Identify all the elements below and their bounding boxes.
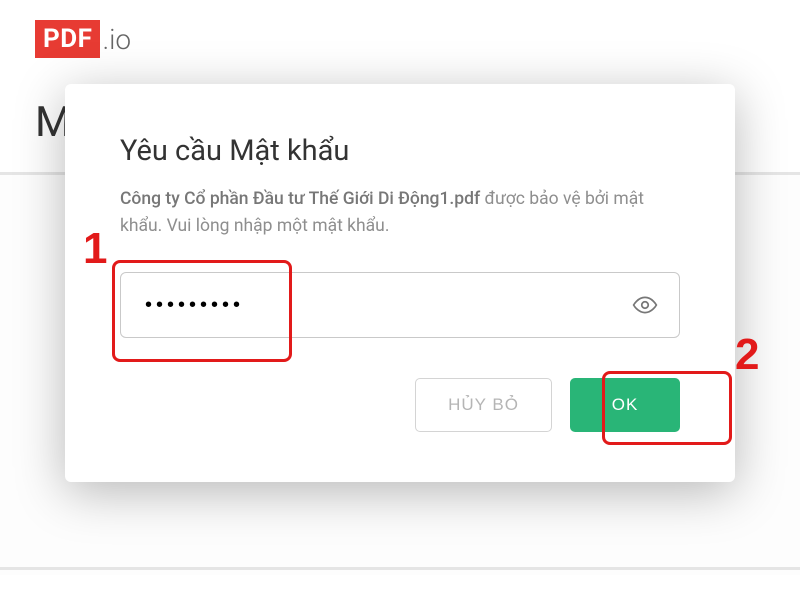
modal-description: Công ty Cổ phần Đầu tư Thế Giới Di Động1… [120, 186, 680, 240]
header: PDF .io [0, 0, 800, 68]
ok-button[interactable]: OK [570, 378, 680, 432]
logo-io-text: .io [102, 23, 131, 56]
cancel-button[interactable]: HỦY BỎ [415, 378, 552, 432]
modal-title: Yêu cầu Mật khẩu [120, 134, 680, 168]
password-input-wrap [120, 272, 680, 338]
logo-pdf-badge: PDF [35, 20, 100, 58]
password-modal: Yêu cầu Mật khẩu Công ty Cổ phần Đầu tư … [65, 84, 735, 482]
modal-filename: Công ty Cổ phần Đầu tư Thế Giới Di Động1… [120, 189, 480, 209]
divider [0, 567, 800, 570]
eye-icon[interactable] [632, 292, 658, 318]
modal-buttons: HỦY BỎ OK [120, 378, 680, 432]
password-input[interactable] [120, 272, 680, 338]
